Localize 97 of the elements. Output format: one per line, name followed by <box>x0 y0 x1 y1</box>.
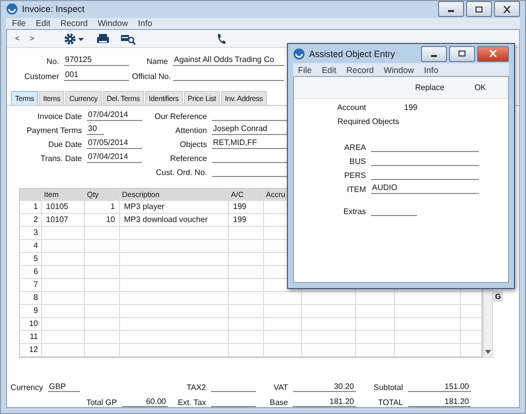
field-label: Payment Terms <box>26 126 82 135</box>
field-label: Our Reference <box>154 112 207 121</box>
field-label: PERS <box>343 171 366 180</box>
maximize-button[interactable] <box>466 1 492 18</box>
menu-item[interactable]: Window <box>384 64 414 74</box>
menu-item[interactable]: Info <box>138 18 152 28</box>
maximize-button[interactable] <box>449 46 475 62</box>
input-field[interactable]: 181.20 <box>408 397 471 407</box>
maximize-icon <box>475 6 483 13</box>
phone-icon[interactable] <box>216 32 226 44</box>
table-cell: 199 <box>229 214 264 226</box>
field-label: VAT <box>272 383 288 392</box>
settings-icon[interactable] <box>64 32 86 44</box>
field-label: Objects <box>178 140 207 149</box>
table-cell: MP3 download voucher <box>120 214 229 226</box>
menu-item[interactable]: Edit <box>322 64 336 74</box>
toolbar-button[interactable]: OK <box>474 83 486 92</box>
minimize-button[interactable] <box>438 1 464 18</box>
table-cell: 1 <box>85 201 120 213</box>
field-label: Required <box>336 117 370 126</box>
menu-item[interactable]: File <box>12 18 26 28</box>
input-field[interactable]: 181.20 <box>293 397 356 407</box>
menu-item[interactable]: File <box>298 64 312 74</box>
row-number: 1 <box>20 201 42 213</box>
field-label: Invoice Date <box>36 112 82 121</box>
input-field[interactable]: 07/04/2014 <box>87 152 142 163</box>
table-cell: 10105 <box>42 201 85 213</box>
row-number: 3 <box>20 227 42 239</box>
field-label: AREA <box>343 143 366 152</box>
field-label: Name <box>146 57 168 66</box>
field-label: Customer <box>23 72 59 81</box>
field-label: Due Date <box>47 140 82 149</box>
input-field[interactable]: Against All Odds Trading Co <box>173 55 284 66</box>
minimize-button[interactable] <box>421 46 447 62</box>
field-label: Extras <box>342 207 366 216</box>
input-field[interactable]: AUDIO <box>371 183 479 194</box>
field-label: Subtotal <box>372 383 403 392</box>
row-number: 4 <box>20 240 42 252</box>
table-cell: 10107 <box>42 214 85 226</box>
previous-button[interactable]: < <box>15 34 20 43</box>
account-value: 199 <box>404 103 418 112</box>
menu-item[interactable]: Record <box>346 64 374 74</box>
required-value: Objects <box>372 117 400 126</box>
maximize-icon <box>458 50 466 57</box>
field-label: Attention <box>174 126 207 135</box>
field-label: Total GP <box>85 398 117 407</box>
field-label: Cust. Ord. No. <box>154 168 207 177</box>
menu-item[interactable]: Record <box>60 18 88 28</box>
field-label: Base <box>268 398 288 407</box>
window-title: Invoice: Inspect <box>22 4 85 14</box>
print-preview-icon[interactable] <box>120 32 136 44</box>
app-icon <box>6 3 18 16</box>
field-label: Account <box>336 103 366 112</box>
field-label: Trans. Date <box>40 154 82 163</box>
input-field[interactable]: 07/04/2014 <box>87 110 142 121</box>
scroll-down-icon[interactable] <box>485 350 491 354</box>
menu-item[interactable]: Info <box>424 64 438 74</box>
table-cell: 199 <box>229 201 264 213</box>
field-label: Reference <box>169 154 207 163</box>
row-number: 10 <box>20 318 42 330</box>
close-button[interactable] <box>494 1 520 18</box>
row-number: 6 <box>20 266 42 278</box>
field-label: Currency <box>10 383 43 392</box>
row-number: 7 <box>20 279 42 291</box>
printer-icon[interactable] <box>96 32 110 44</box>
field-label: No. <box>46 57 59 66</box>
row-number: 9 <box>20 305 42 317</box>
window-title: Assisted Object Entry <box>309 48 396 58</box>
menu-item[interactable]: Window <box>98 18 128 28</box>
table-cell: MP3 player <box>120 201 229 213</box>
input-field[interactable]: 30.20 <box>293 382 356 392</box>
close-button[interactable] <box>477 46 509 62</box>
close-icon <box>503 6 511 13</box>
row-number: 2 <box>20 214 42 226</box>
input-field[interactable]: GBP <box>48 382 80 392</box>
field-label: ITEM <box>346 185 366 194</box>
input-field[interactable]: 970125 <box>64 55 129 66</box>
menu-item[interactable]: Edit <box>36 18 50 28</box>
row-number: 8 <box>20 292 42 304</box>
row-number: 11 <box>20 331 42 343</box>
input-field[interactable]: 151.00 <box>408 382 471 392</box>
close-icon <box>489 50 497 57</box>
input-field[interactable]: 30 <box>87 124 104 135</box>
next-button[interactable]: > <box>30 34 34 43</box>
field-label: TAX2 <box>186 383 206 392</box>
input-field[interactable]: 07/05/2014 <box>87 138 142 149</box>
row-number: 12 <box>20 344 42 356</box>
field-label: BUS <box>348 157 366 166</box>
input-field[interactable]: 001 <box>64 70 129 81</box>
field-label: Official No. <box>132 72 168 81</box>
table-cell: 10 <box>85 214 120 226</box>
field-label: Ext. Tax <box>176 398 206 407</box>
input-field[interactable]: 60.00 <box>122 397 168 407</box>
app-icon <box>293 48 305 60</box>
field-label: TOTAL <box>376 398 403 407</box>
toolbar-button[interactable]: Replace <box>415 83 444 92</box>
row-number: 5 <box>20 253 42 265</box>
